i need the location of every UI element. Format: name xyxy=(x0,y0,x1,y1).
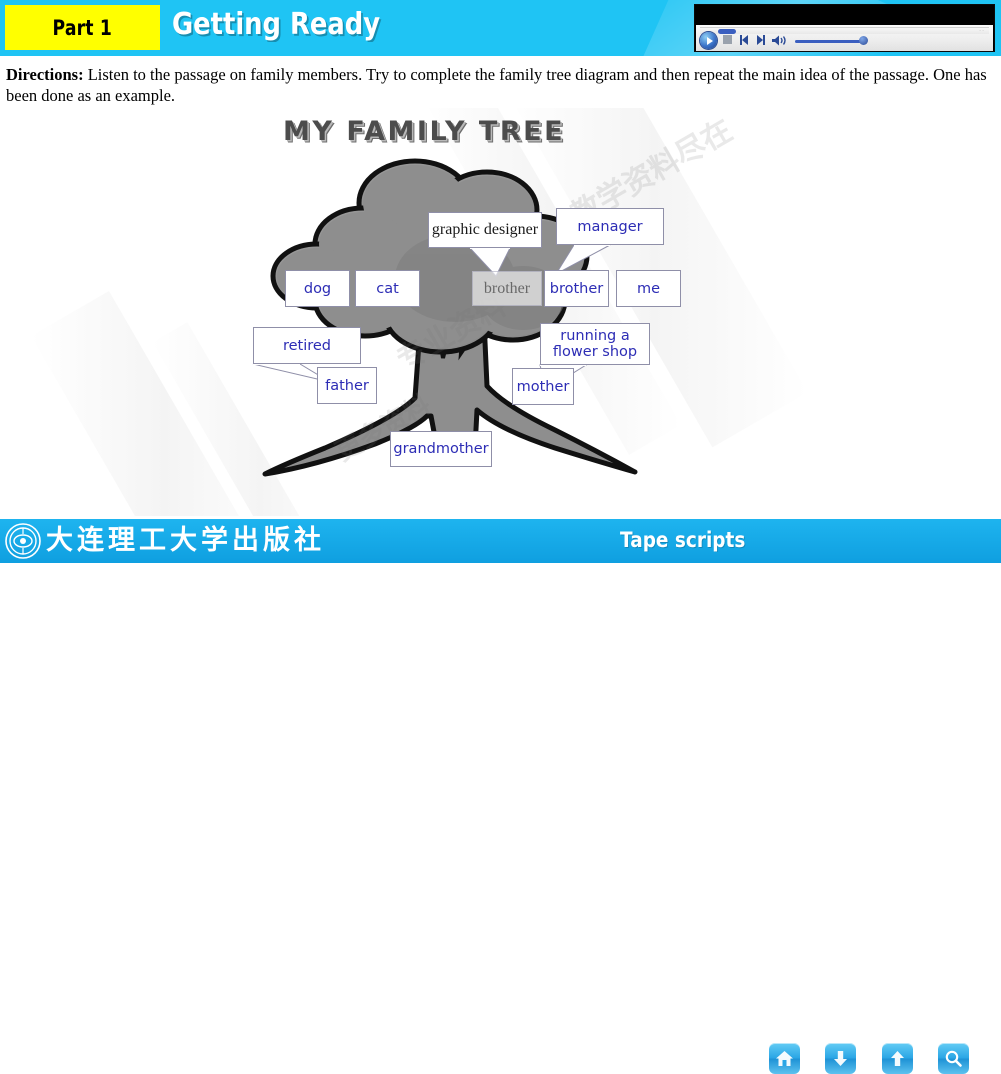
volume-slider[interactable] xyxy=(795,40,867,43)
publisher-name: 大连理工大学出版社 xyxy=(46,525,325,556)
directions-label: Directions: xyxy=(6,65,84,84)
part-badge-label: Part 1 xyxy=(52,15,113,40)
family-tree-diagram: MY FAMILY TREE 教学资料尽在 graphic designer m… xyxy=(0,108,1001,516)
tape-scripts-link[interactable]: Tape scripts xyxy=(620,525,745,555)
label-box-manager[interactable]: manager xyxy=(556,208,664,245)
label-box-brother-example[interactable]: brother xyxy=(472,271,542,306)
label-box-retired[interactable]: retired xyxy=(253,327,361,364)
diagram-title: MY FAMILY TREE xyxy=(283,116,566,147)
magnifier-icon[interactable] xyxy=(938,1043,969,1074)
label-box-grandmother[interactable]: grandmother xyxy=(390,431,492,467)
stop-icon[interactable] xyxy=(723,35,732,44)
play-icon[interactable] xyxy=(700,32,717,49)
part-badge: Part 1 xyxy=(5,5,160,50)
label-box-cat[interactable]: cat xyxy=(355,270,420,307)
volume-slider-handle[interactable] xyxy=(859,36,868,45)
seek-right-dots: ·· xyxy=(979,28,985,35)
player-control-bar: ·· ·· xyxy=(696,25,993,51)
arrow-down-icon[interactable] xyxy=(825,1043,856,1074)
directions-text: Listen to the passage on family members.… xyxy=(6,65,987,105)
label-box-graphic-designer[interactable]: graphic designer xyxy=(428,212,542,248)
publisher-seal-logo xyxy=(5,523,41,559)
volume-icon[interactable] xyxy=(772,35,788,46)
label-box-mother[interactable]: mother xyxy=(512,368,574,405)
label-box-brother[interactable]: brother xyxy=(544,270,609,307)
page-title: Getting Ready xyxy=(172,7,381,42)
arrow-up-icon[interactable] xyxy=(882,1043,913,1074)
label-box-father[interactable]: father xyxy=(317,367,377,404)
seek-bar[interactable]: ·· ·· xyxy=(700,27,989,36)
page-header: Part 1 Getting Ready ·· ·· xyxy=(0,0,1001,56)
next-track-icon[interactable] xyxy=(755,35,766,45)
player-video-screen xyxy=(695,5,994,25)
label-box-me[interactable]: me xyxy=(616,270,681,307)
label-box-running-a-flower-shop[interactable]: running a flower shop xyxy=(540,323,650,365)
label-box-dog[interactable]: dog xyxy=(285,270,350,307)
directions-paragraph: Directions: Listen to the passage on fam… xyxy=(6,64,996,106)
home-icon[interactable] xyxy=(769,1043,800,1074)
page-footer: 大连理工大学出版社 Tape scripts xyxy=(0,519,1001,1074)
audio-player[interactable]: ·· ·· xyxy=(694,4,995,52)
previous-track-icon[interactable] xyxy=(738,35,749,45)
seek-handle[interactable] xyxy=(718,29,736,34)
